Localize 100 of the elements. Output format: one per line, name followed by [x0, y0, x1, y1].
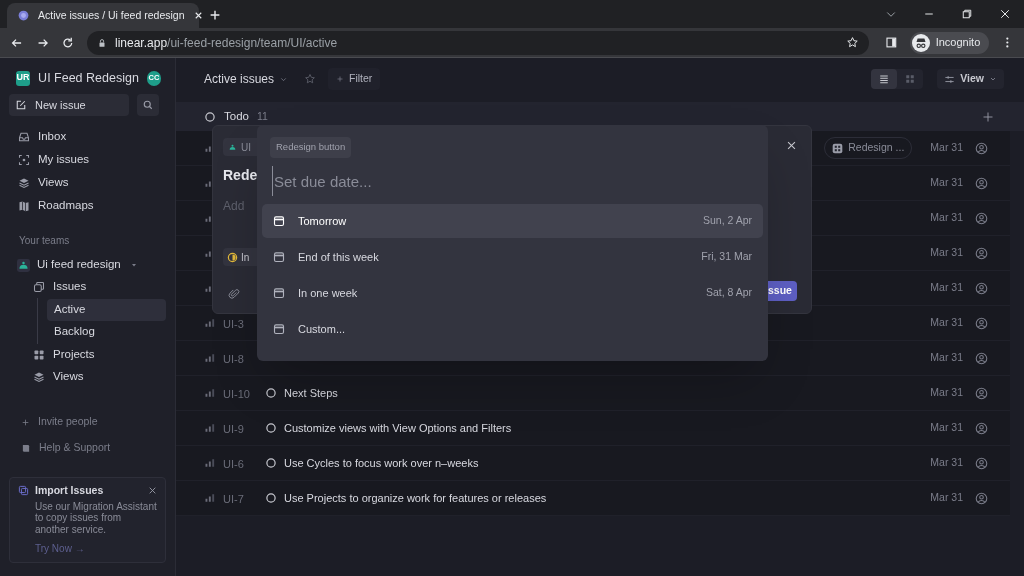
issue-id: UI-9	[223, 423, 244, 435]
import-icon	[18, 485, 29, 497]
workspace-name[interactable]: UI Feed Redesign	[38, 68, 139, 88]
attachment-icon[interactable]	[228, 288, 240, 300]
due-date: Mar 31	[930, 175, 963, 191]
avatar-icon	[975, 351, 988, 365]
due-date: Mar 31	[930, 420, 963, 436]
team-nav-item[interactable]: Views	[31, 366, 166, 388]
new-tab-icon[interactable]	[208, 8, 222, 22]
issue-row[interactable]: UI-9 Customize views with View Options and Filters Mar 31	[176, 411, 1010, 446]
status-chip[interactable]: In	[223, 248, 258, 266]
due-date: Mar 31	[930, 350, 963, 366]
team-nav-item[interactable]: Backlog	[47, 321, 166, 343]
due-date-input[interactable]: Set due date...	[272, 166, 742, 196]
option-date: Sun, 2 Apr	[702, 213, 752, 229]
nav-item[interactable]: My issues	[9, 148, 166, 171]
team-chip[interactable]: UI	[223, 138, 258, 156]
search-icon	[142, 99, 154, 111]
reload-icon[interactable]	[61, 35, 75, 50]
promo-title: Import Issues	[35, 483, 105, 498]
avatar-icon	[975, 141, 988, 155]
nav-item[interactable]: Roadmaps	[9, 194, 166, 217]
plus-icon	[336, 75, 345, 83]
team-nav-item[interactable]: Active	[47, 299, 166, 321]
browser-tab[interactable]: Active issues / Ui feed redesign	[7, 3, 199, 28]
issue-row[interactable]: UI-7 Use Projects to organize work for features or releases Mar 31	[176, 481, 1010, 516]
layers-icon	[18, 176, 30, 189]
issue-id: UI-8	[223, 353, 244, 365]
nav-item[interactable]: Inbox	[9, 125, 166, 148]
status-circle-icon	[265, 422, 277, 434]
new-issue-button[interactable]: New issue	[9, 94, 129, 116]
sliders-icon	[944, 73, 956, 85]
calendar-icon	[273, 323, 285, 335]
view-button[interactable]: View	[937, 69, 1004, 89]
priority-icon	[204, 352, 216, 364]
due-date: Mar 31	[930, 210, 963, 226]
status-circle-icon	[204, 110, 216, 123]
caret-icon[interactable]	[129, 261, 138, 269]
close-icon[interactable]	[786, 140, 797, 151]
issue-id: UI-3	[223, 318, 244, 330]
grid-icon	[33, 349, 45, 361]
star-icon[interactable]	[304, 73, 317, 85]
issue-row[interactable]: UI-10 Next Steps Mar 31	[176, 376, 1010, 411]
layout-toggle[interactable]	[871, 69, 898, 89]
avatar-icon	[975, 491, 988, 505]
issue-id: UI-7	[223, 493, 244, 505]
side-panel-icon[interactable]	[884, 36, 898, 49]
promo-text: Use our Migration Assistant to copy issues from another service.	[34, 500, 157, 536]
in-progress-icon	[227, 251, 238, 263]
date-option[interactable]: End of this week Fri, 31 Mar	[262, 240, 763, 274]
date-option[interactable]: In one week Sat, 8 Apr	[262, 276, 763, 310]
issue-tag: Redesign button	[270, 137, 352, 158]
issue-id: UI-6	[223, 458, 244, 470]
option-date: Sat, 8 Apr	[705, 285, 752, 301]
section-heading: Your teams	[18, 234, 71, 248]
avatar-icon	[975, 386, 988, 400]
avatar-icon	[975, 211, 988, 225]
filter-button[interactable]: Filter	[328, 68, 381, 90]
add-icon[interactable]	[982, 110, 994, 123]
option-label: End of this week	[298, 249, 380, 265]
invite-link[interactable]: Invite people	[9, 411, 166, 433]
avatar-icon	[975, 316, 988, 330]
issue-row[interactable]: UI-6 Use Cycles to focus work over n–weeks Mar 31	[176, 446, 1010, 481]
option-label: Tomorrow	[298, 213, 348, 229]
url-text: linear.app/ui-feed-redesign/team/UI/active	[115, 34, 339, 52]
avatar-icon	[975, 281, 988, 295]
team-nav-item[interactable]: Projects	[31, 344, 166, 366]
layers-icon	[33, 371, 45, 383]
avatar-icon	[975, 456, 988, 470]
restore-icon[interactable]	[961, 8, 973, 20]
group-count: 11	[256, 108, 268, 124]
inbox-icon	[18, 130, 30, 143]
group-title: Todo	[224, 108, 249, 124]
status-circle-icon	[265, 457, 277, 469]
grid-icon	[904, 73, 917, 85]
due-date: Mar 31	[930, 455, 963, 471]
address-bar[interactable]: linear.app/ui-feed-redesign/team/UI/active	[87, 30, 869, 55]
globe-icon	[17, 9, 30, 22]
issue-title-field[interactable]: Rede	[223, 165, 258, 186]
due-date: Mar 31	[930, 245, 963, 261]
priority-icon	[204, 492, 216, 504]
star-icon[interactable]	[845, 36, 859, 49]
copy-icon	[33, 281, 45, 293]
option-date: Fri, 31 Mar	[701, 249, 752, 265]
incognito-button[interactable]: Incognito	[909, 31, 990, 54]
incognito-icon	[911, 33, 930, 52]
nav-item[interactable]: Views	[9, 171, 166, 194]
date-option[interactable]: Tomorrow Sun, 2 Apr	[262, 204, 763, 238]
team-nav-item[interactable]: Issues	[31, 276, 166, 298]
date-option[interactable]: Custom...	[262, 312, 763, 346]
tab-title: Active issues / Ui feed redesign	[38, 7, 185, 23]
view-title-dropdown[interactable]: Active issues	[204, 70, 289, 88]
team-icon	[228, 142, 237, 152]
priority-icon	[204, 387, 216, 399]
search-button[interactable]	[137, 94, 159, 116]
book-icon	[21, 443, 31, 453]
help-link[interactable]: Help & Support	[9, 437, 166, 459]
avatar-icon	[975, 246, 988, 260]
list-icon	[878, 73, 891, 85]
team-item[interactable]: Ui feed redesign	[9, 254, 166, 276]
